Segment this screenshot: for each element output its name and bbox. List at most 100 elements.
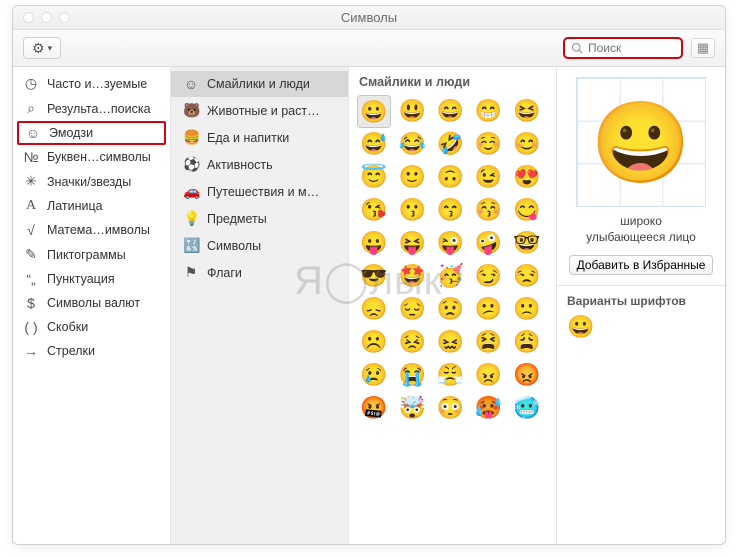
emoji-cell[interactable]: 😚 [472, 194, 506, 227]
emoji-cell[interactable]: 😉 [472, 161, 506, 194]
emoji-cell[interactable]: 😗 [395, 194, 429, 227]
emoji-cell[interactable]: 😙 [433, 194, 467, 227]
sidebar-item-emoji[interactable]: ☺ Эмодзи [17, 121, 166, 145]
symbols-icon: 🔣 [183, 237, 199, 254]
emoji-cell[interactable]: 🤩 [395, 260, 429, 293]
sidebar-item-math[interactable]: √ Матема…имволы [13, 218, 170, 242]
sidebar-item-recent[interactable]: ◷ Часто и…зуемые [13, 71, 170, 96]
latin-icon: A [23, 198, 39, 214]
emoji-cell[interactable]: 😞 [357, 293, 391, 326]
preview-canvas: 😀 [576, 77, 706, 207]
emoji-grid-panel: Смайлики и люди 😀😃😄😁😆😅😂🤣☺️😊😇🙂🙃😉😍😘😗😙😚😋😛😝😜… [349, 67, 557, 544]
emoji-grid: 😀😃😄😁😆 😅😂🤣☺️😊 😇🙂🙃😉😍 😘😗😙😚😋 😛😝😜🤪🤓 😎🤩🥳😏😒 😞😔😟😕🙁 ☹️😣😖… [357, 95, 548, 425]
category-label: Флаги [207, 266, 242, 280]
sidebar-item-search-results[interactable]: ⌕ Результа…поиска [13, 96, 170, 121]
emoji-cell[interactable]: 🙃 [433, 161, 467, 194]
emoji-cell[interactable]: 😂 [395, 128, 429, 161]
sidebar-item-latin[interactable]: A Латиница [13, 194, 170, 218]
category-food[interactable]: 🍔 Еда и напитки [171, 124, 348, 151]
category-animals[interactable]: 🐻 Животные и раст… [171, 97, 348, 124]
emoji-cell[interactable]: 😢 [357, 359, 391, 392]
pictograms-icon: ✎ [23, 246, 39, 263]
emoji-cell[interactable]: 😘 [357, 194, 391, 227]
letters-icon: № [23, 149, 39, 165]
animals-icon: 🐻 [183, 102, 199, 119]
emoji-cell[interactable]: ☹️ [357, 326, 391, 359]
emoji-cell[interactable]: ☺️ [472, 128, 506, 161]
emoji-cell[interactable]: 😋 [510, 194, 544, 227]
emoji-cell[interactable]: 🤓 [510, 227, 544, 260]
font-variants: Варианты шрифтов 😀 [557, 285, 725, 348]
emoji-cell[interactable]: 🥵 [472, 392, 506, 425]
emoji-cell[interactable]: 😆 [510, 95, 544, 128]
emoji-cell[interactable]: 😔 [395, 293, 429, 326]
search-input[interactable] [588, 41, 675, 55]
emoji-cell[interactable]: 😖 [433, 326, 467, 359]
clock-icon: ◷ [23, 75, 39, 92]
category-objects[interactable]: 💡 Предметы [171, 205, 348, 232]
emoji-cell[interactable]: 🤣 [433, 128, 467, 161]
emoji-cell[interactable]: 😀 [357, 95, 391, 128]
emoji-cell[interactable]: 😣 [395, 326, 429, 359]
sidebar-item-punctuation[interactable]: “„ Пунктуация [13, 267, 170, 291]
emoji-cell[interactable]: 😅 [357, 128, 391, 161]
emoji-cell[interactable]: 🙁 [510, 293, 544, 326]
emoji-cell[interactable]: 😤 [433, 359, 467, 392]
emoji-cell[interactable]: 😠 [472, 359, 506, 392]
emoji-cell[interactable]: 🤬 [357, 392, 391, 425]
sidebar-item-letter-symbols[interactable]: № Буквен…символы [13, 145, 170, 169]
emoji-cell[interactable]: 😊 [510, 128, 544, 161]
emoji-cell[interactable]: 😡 [510, 359, 544, 392]
emoji-cell[interactable]: 😍 [510, 161, 544, 194]
preview-box: 😀 широко улыбающееся лицо Добавить в Изб… [557, 67, 725, 285]
punctuation-icon: “„ [23, 271, 39, 287]
sidebar-item-label: Значки/звезды [47, 175, 131, 189]
emoji-cell[interactable]: 😫 [472, 326, 506, 359]
emoji-cell[interactable]: 😇 [357, 161, 391, 194]
sidebar: ◷ Часто и…зуемые ⌕ Результа…поиска ☺ Эмо… [13, 67, 171, 544]
sidebar-item-stars[interactable]: ✳ Значки/звезды [13, 169, 170, 194]
sidebar-item-pictograms[interactable]: ✎ Пиктограммы [13, 242, 170, 267]
emoji-cell[interactable]: 😕 [472, 293, 506, 326]
emoji-cell[interactable]: 😟 [433, 293, 467, 326]
sidebar-item-label: Часто и…зуемые [47, 77, 147, 91]
emoji-cell[interactable]: 😳 [433, 392, 467, 425]
emoji-cell[interactable]: 🥳 [433, 260, 467, 293]
emoji-cell[interactable]: 😛 [357, 227, 391, 260]
emoji-cell[interactable]: 🙂 [395, 161, 429, 194]
objects-icon: 💡 [183, 210, 199, 227]
category-activity[interactable]: ⚽ Активность [171, 151, 348, 178]
sidebar-item-label: Матема…имволы [47, 223, 150, 237]
category-list: ☺ Смайлики и люди 🐻 Животные и раст… 🍔 Е… [171, 67, 349, 544]
emoji-cell[interactable]: 🥶 [510, 392, 544, 425]
emoji-cell[interactable]: 🤯 [395, 392, 429, 425]
emoji-cell[interactable]: 😁 [472, 95, 506, 128]
emoji-cell[interactable]: 😄 [433, 95, 467, 128]
emoji-cell[interactable]: 😩 [510, 326, 544, 359]
grid-view-toggle[interactable]: ▦ [691, 38, 715, 58]
search-field[interactable] [563, 37, 683, 59]
sidebar-item-label: Стрелки [47, 344, 95, 358]
category-symbols[interactable]: 🔣 Символы [171, 232, 348, 259]
emoji-cell[interactable]: 😜 [433, 227, 467, 260]
emoji-cell[interactable]: 😭 [395, 359, 429, 392]
add-to-favorites-button[interactable]: Добавить в Избранные [569, 255, 714, 275]
settings-menu-button[interactable]: ⚙ ▾ [23, 37, 61, 59]
emoji-cell[interactable]: 🤪 [472, 227, 506, 260]
sidebar-item-brackets[interactable]: ( ) Скобки [13, 315, 170, 339]
sidebar-item-arrows[interactable]: → Стрелки [13, 339, 170, 363]
window-title: Символы [13, 10, 725, 25]
category-flags[interactable]: ⚑ Флаги [171, 259, 348, 286]
category-travel[interactable]: 🚗 Путешествия и м… [171, 178, 348, 205]
emoji-cell[interactable]: 😏 [472, 260, 506, 293]
emoji-cell[interactable]: 😎 [357, 260, 391, 293]
category-smileys[interactable]: ☺ Смайлики и люди [171, 71, 348, 97]
emoji-cell[interactable]: 😃 [395, 95, 429, 128]
sidebar-item-label: Латиница [47, 199, 103, 213]
sidebar-item-currency[interactable]: $ Символы валют [13, 291, 170, 315]
preview-panel: 😀 широко улыбающееся лицо Добавить в Изб… [557, 67, 725, 544]
emoji-cell[interactable]: 😝 [395, 227, 429, 260]
titlebar: Символы [13, 6, 725, 30]
variant-item[interactable]: 😀 [567, 314, 715, 340]
emoji-cell[interactable]: 😒 [510, 260, 544, 293]
